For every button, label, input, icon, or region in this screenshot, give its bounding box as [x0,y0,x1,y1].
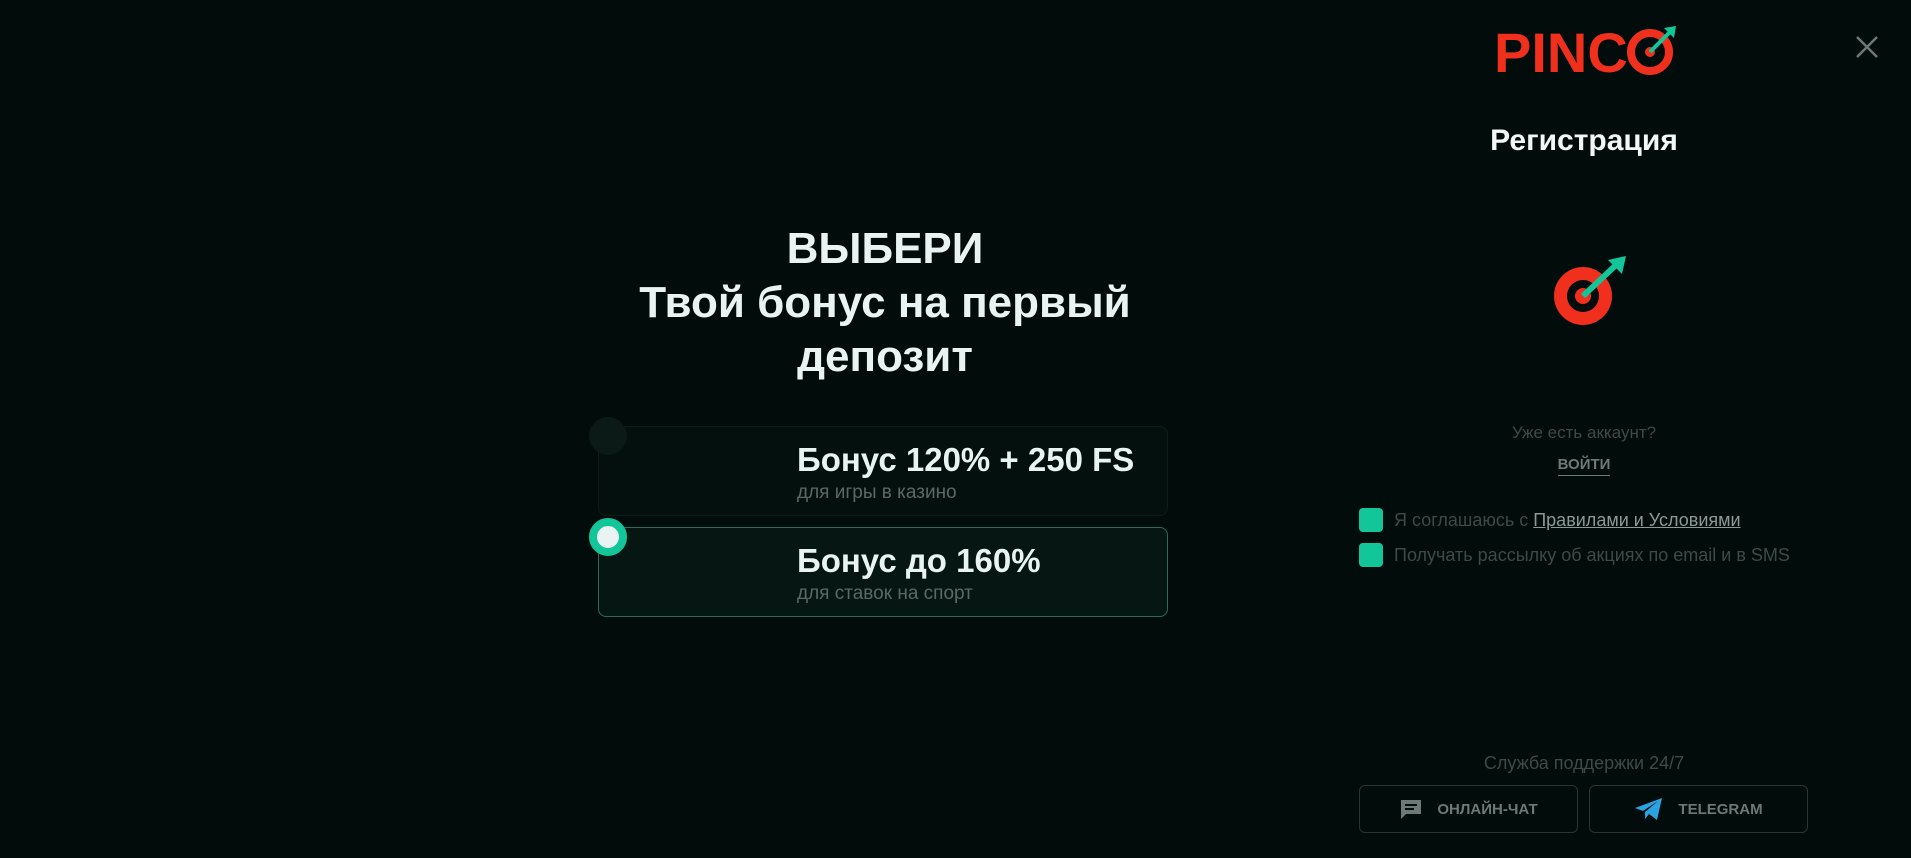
support-label: Служба поддержки 24/7 [1483,753,1685,773]
promo-title-line1: ВЫБЕРИ [786,224,984,273]
online-chat-button[interactable]: ОНЛАЙН-ЧАТ [1359,785,1578,833]
telegram-label: TELEGRAM [1678,800,1763,818]
promo-title: ВЫБЕРИ Твой бонус на первый депозит [590,222,1180,384]
close-icon[interactable] [1854,34,1880,60]
promo-title-line2: Твой бонус на первый [639,278,1131,327]
pinco-logo: PINC [1494,21,1676,84]
bonus-subtitle: для игры в казино [797,482,957,503]
bonus-option-casino[interactable]: Бонус 120% + 250 FS для игры в казино [589,417,1168,516]
newsletter-row: Получать рассылку об акциях по email и в… [1359,543,1790,567]
newsletter-label: Получать рассылку об акциях по email и в… [1394,544,1790,565]
promo-title-line3: депозит [797,332,973,381]
login-link-label[interactable]: ВОЙТИ [1557,456,1611,476]
telegram-icon [1634,797,1664,821]
pinco-logo-graphic: PINC [1494,21,1676,84]
agree-terms-row: Я соглашаюсь с Правилами и Условиями [1359,508,1741,532]
chat-icon [1399,798,1423,820]
login-link[interactable]: ВОЙТИ [1440,456,1728,476]
bonus-title: Бонус до 160% [797,542,1041,579]
agree-terms-prefix: Я соглашаюсь с [1394,509,1534,530]
bonus-option-sport[interactable]: Бонус до 160% для ставок на спорт [589,518,1168,617]
terms-link[interactable]: Правилами и Условиями [1533,510,1740,530]
agree-terms-label: Я соглашаюсь с Правилами и Условиями [1394,510,1741,531]
newsletter-checkbox[interactable] [1359,543,1383,567]
telegram-button[interactable]: TELEGRAM [1589,785,1808,833]
bonus-subtitle: для ставок на спорт [797,583,973,604]
bonus-radio-sport[interactable] [589,518,627,556]
have-account-text: Уже есть аккаунт? [1511,423,1657,442]
bonus-radio-casino[interactable] [589,417,627,455]
target-icon [1546,256,1630,340]
bonus-title: Бонус 120% + 250 FS [797,441,1135,478]
online-chat-label: ОНЛАЙН-ЧАТ [1437,800,1538,818]
registration-title: Регистрация [1490,124,1678,157]
svg-text:PINC: PINC [1494,24,1628,80]
agree-terms-checkbox[interactable] [1359,508,1383,532]
